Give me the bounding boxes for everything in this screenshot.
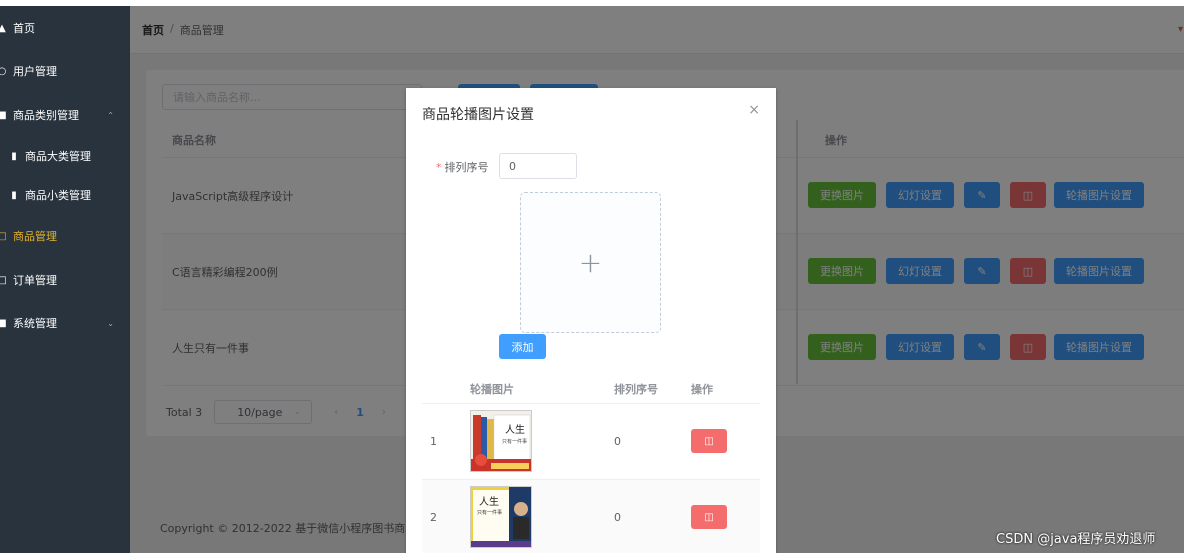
svg-text:人生: 人生 — [505, 423, 525, 436]
carousel-thumbnail: 人生 只有一件事 — [470, 410, 532, 472]
sidebar-item-label: 用户管理 — [13, 65, 57, 78]
sidebar-item-major-category[interactable]: ▮ 商品大类管理 — [0, 144, 130, 168]
column-header-sort: 排列序号 — [614, 383, 658, 396]
sidebar-item-label: 系统管理 — [13, 317, 57, 330]
row-sort-value: 0 — [614, 511, 621, 524]
trash-icon: ◫ — [704, 435, 714, 447]
plus-icon: + — [578, 245, 603, 279]
user-icon: ○ — [0, 65, 7, 77]
dialog-title: 商品轮播图片设置 — [422, 107, 534, 123]
table-row: 1 人生 只有一件事 0 ◫ — [422, 404, 760, 480]
document-icon: □ — [0, 230, 7, 242]
csdn-watermark: CSDN @java程序员劝退师 — [996, 532, 1156, 547]
menu-icon: ▮ — [11, 150, 17, 162]
image-uploader[interactable]: + — [520, 192, 661, 333]
sidebar-item-label: 订单管理 — [13, 274, 57, 287]
menu-icon: ■ — [0, 317, 7, 329]
carousel-thumbnail: 人生 只有一件事 — [470, 486, 532, 548]
sort-label-text: 排列序号 — [444, 161, 489, 174]
sidebar-item-products[interactable]: □ 商品管理 — [0, 224, 130, 248]
sidebar-item-label: 商品管理 — [13, 230, 57, 243]
sidebar-item-label: 商品类别管理 — [13, 109, 79, 122]
trash-icon: ◫ — [704, 511, 714, 523]
sort-input[interactable]: 0 — [499, 153, 577, 179]
close-icon[interactable]: × — [748, 102, 760, 118]
required-asterisk: * — [436, 161, 442, 174]
sidebar-item-users[interactable]: ○ 用户管理 — [0, 59, 130, 83]
svg-text:人生: 人生 — [479, 495, 499, 508]
document-icon: □ — [0, 274, 7, 286]
menu-icon: ■ — [0, 109, 7, 121]
svg-text:只有一件事: 只有一件事 — [477, 509, 502, 516]
sidebar-item-system[interactable]: ■ 系统管理 ⌄ — [0, 311, 130, 335]
sidebar-item-label: 商品小类管理 — [25, 189, 91, 202]
home-icon: ▲ — [0, 22, 6, 34]
sidebar-item-category[interactable]: ■ 商品类别管理 ⌃ — [0, 103, 130, 127]
sidebar-item-home[interactable]: ▲ 首页 — [0, 16, 130, 40]
table-row: 2 人生 只有一件事 0 ◫ — [422, 480, 760, 553]
sidebar: ▲ 首页 ○ 用户管理 ■ 商品类别管理 ⌃ ▮ 商品大类管理 ▮ 商品小类管理… — [0, 6, 130, 553]
delete-button[interactable]: ◫ — [691, 505, 727, 529]
sidebar-item-label: 首页 — [13, 22, 35, 35]
svg-text:只有一件事: 只有一件事 — [502, 438, 527, 445]
sidebar-item-label: 商品大类管理 — [25, 150, 91, 163]
chevron-up-icon: ⌃ — [107, 110, 114, 120]
row-index: 1 — [430, 435, 437, 448]
row-sort-value: 0 — [614, 435, 621, 448]
sidebar-item-minor-category[interactable]: ▮ 商品小类管理 — [0, 183, 130, 207]
menu-icon: ▮ — [11, 189, 17, 201]
sidebar-item-orders[interactable]: □ 订单管理 — [0, 268, 130, 292]
carousel-settings-dialog: 商品轮播图片设置 × * 排列序号 0 + 添加 轮播图片 排列序号 操作 1 人… — [406, 88, 776, 553]
sort-label: * 排列序号 — [436, 159, 489, 175]
chevron-down-icon: ⌄ — [107, 318, 114, 328]
delete-button[interactable]: ◫ — [691, 429, 727, 453]
column-header-actions: 操作 — [691, 383, 713, 396]
add-button[interactable]: 添加 — [499, 334, 546, 359]
column-header-image: 轮播图片 — [470, 383, 514, 396]
row-index: 2 — [430, 511, 437, 524]
